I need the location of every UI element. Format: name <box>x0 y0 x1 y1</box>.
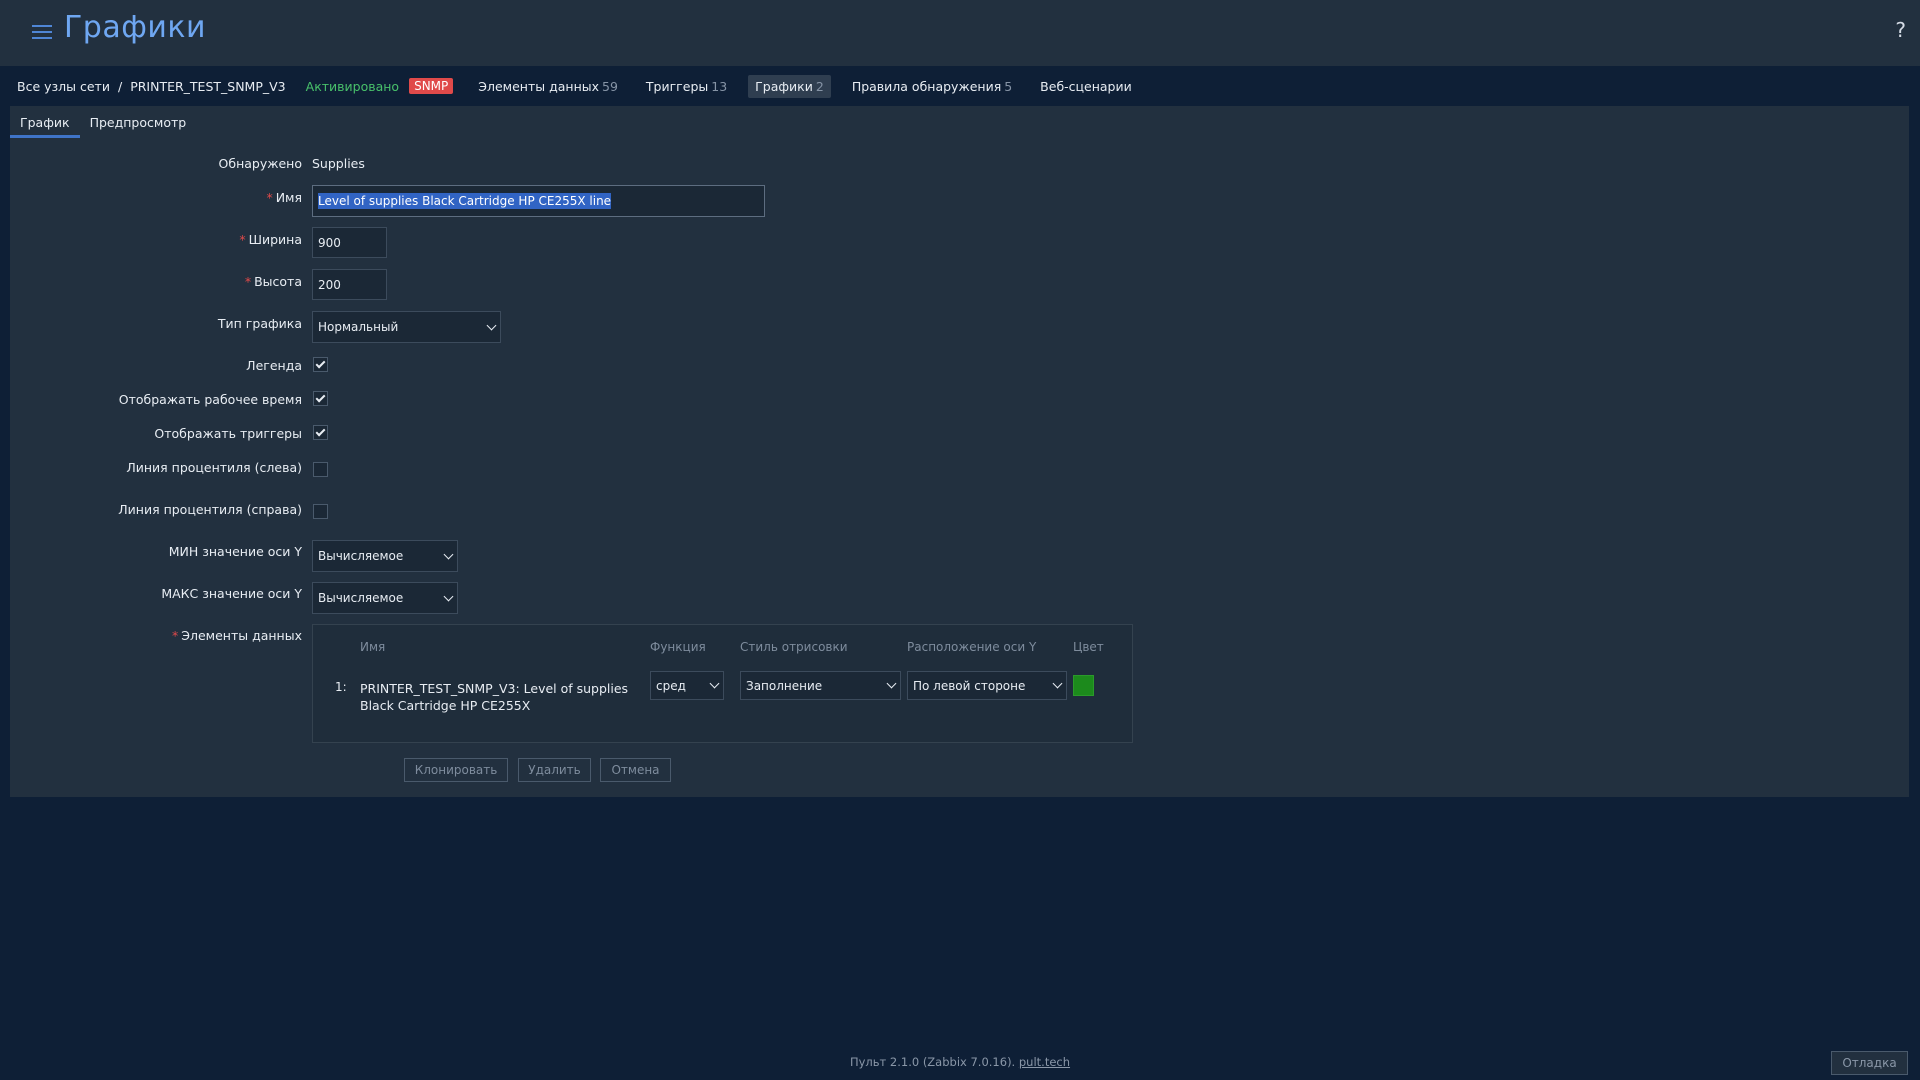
name-input-value: Level of supplies Black Cartridge HP CE2… <box>318 193 612 209</box>
items-header-style: Стиль отрисовки <box>740 640 848 654</box>
item-color-swatch[interactable] <box>1073 675 1094 696</box>
check-icon <box>315 426 326 437</box>
item-function-value: сред <box>656 678 686 693</box>
discovered-label: Обнаружено <box>218 156 302 171</box>
items-header-axis: Расположение оси Y <box>907 640 1037 654</box>
ymin-label: МИН значение оси Y <box>168 544 302 559</box>
nav-items-label: Элементы данных <box>478 78 600 94</box>
page-title: Графики <box>64 10 206 45</box>
item-function-select[interactable]: сред <box>650 671 724 700</box>
nav-discovery-rules[interactable]: Правила обнаружения 5 <box>845 75 1019 98</box>
percentile-right-checkbox[interactable] <box>313 504 328 519</box>
delete-button[interactable]: Удалить <box>518 758 591 782</box>
percentile-right-label: Линия процентиля (справа) <box>118 502 302 517</box>
hamburger-menu-icon[interactable] <box>32 22 52 42</box>
nav-discovery-label: Правила обнаружения <box>851 78 1002 94</box>
footer-link[interactable]: pult.tech <box>1019 1055 1070 1069</box>
nav-web-scenarios[interactable]: Веб-сценарии <box>1033 75 1139 98</box>
debug-button[interactable]: Отладка <box>1831 1051 1908 1075</box>
footer: Пульт 2.1.0 (Zabbix 7.0.16). pult.tech <box>0 1055 1920 1069</box>
ymax-label: МАКС значение оси Y <box>161 586 302 601</box>
ymax-value: Вычисляемое <box>318 591 404 605</box>
chevron-down-icon <box>1052 678 1063 689</box>
tab-preview[interactable]: Предпросмотр <box>80 106 197 138</box>
nav-items[interactable]: Элементы данных 59 <box>471 75 625 98</box>
width-input[interactable]: 900 <box>312 227 387 258</box>
snmp-badge: SNMP <box>409 78 454 94</box>
items-header-function: Функция <box>650 640 706 654</box>
breadcrumb-host[interactable]: PRINTER_TEST_SNMP_V3 <box>130 79 285 94</box>
nav-items-count: 59 <box>602 78 618 94</box>
item-row-name[interactable]: PRINTER_TEST_SNMP_V3: Level of supplies … <box>360 680 650 714</box>
item-axis-value: По левой стороне <box>913 678 1026 693</box>
legend-label: Легенда <box>246 358 302 373</box>
graph-type-label: Тип графика <box>217 316 302 331</box>
chevron-down-icon <box>443 591 454 601</box>
form-tabs: График Предпросмотр <box>10 106 196 138</box>
items-table: Имя Функция Стиль отрисовки Расположение… <box>312 624 1133 743</box>
worktime-checkbox[interactable] <box>313 391 328 406</box>
nav-graphs-label: Графики <box>755 78 813 94</box>
chevron-down-icon <box>486 320 497 330</box>
triggers-label: Отображать триггеры <box>154 426 302 441</box>
clone-button[interactable]: Клонировать <box>404 758 508 782</box>
nav-graphs[interactable]: Графики 2 <box>748 74 831 98</box>
chevron-down-icon <box>709 678 720 689</box>
worktime-label: Отображать рабочее время <box>118 392 302 407</box>
height-input[interactable]: 200 <box>312 269 387 300</box>
items-header-color: Цвет <box>1073 640 1104 654</box>
percentile-left-label: Линия процентиля (слева) <box>126 460 302 475</box>
host-status[interactable]: Активировано <box>306 79 399 94</box>
item-row-number: 1: <box>335 680 347 694</box>
width-label: * Ширина <box>239 232 302 247</box>
triggers-checkbox[interactable] <box>313 425 328 440</box>
chevron-down-icon <box>886 678 897 689</box>
nav-discovery-count: 5 <box>1004 78 1013 94</box>
item-style-select[interactable]: Заполнение <box>740 671 901 700</box>
breadcrumb-all-hosts[interactable]: Все узлы сети <box>17 79 110 94</box>
nav-triggers-label: Триггеры <box>645 78 709 94</box>
item-style-value: Заполнение <box>746 678 823 693</box>
legend-checkbox[interactable] <box>313 357 328 372</box>
height-label: * Высота <box>244 274 302 289</box>
discovered-value[interactable]: Supplies <box>312 156 365 171</box>
breadcrumb-separator: / <box>117 78 123 94</box>
graph-form-panel: График Предпросмотр Обнаружено Supplies … <box>10 106 1909 797</box>
nav-triggers-count: 13 <box>711 78 728 94</box>
graph-type-select[interactable]: Нормальный <box>312 311 501 343</box>
items-label: * Элементы данных <box>172 628 302 643</box>
item-axis-select[interactable]: По левой стороне <box>907 671 1067 700</box>
percentile-left-checkbox[interactable] <box>313 462 328 477</box>
tab-graph[interactable]: График <box>10 106 80 138</box>
graph-type-value: Нормальный <box>318 320 399 334</box>
nav-graphs-count: 2 <box>815 78 824 94</box>
page-header: Графики ? <box>0 0 1920 66</box>
check-icon <box>315 358 326 369</box>
items-header-name: Имя <box>360 640 386 654</box>
host-navigation: Все узлы сети / PRINTER_TEST_SNMP_V3 Акт… <box>0 66 1920 106</box>
ymin-select[interactable]: Вычисляемое <box>312 540 458 572</box>
cancel-button[interactable]: Отмена <box>600 758 671 782</box>
chevron-down-icon <box>443 549 454 559</box>
check-icon <box>315 392 326 403</box>
name-input[interactable]: Level of supplies Black Cartridge HP CE2… <box>312 185 765 217</box>
name-label: * Имя <box>266 190 302 205</box>
nav-triggers[interactable]: Триггеры 13 <box>639 75 734 98</box>
nav-web-label: Веб-сценарии <box>1040 78 1132 94</box>
ymin-value: Вычисляемое <box>318 549 404 563</box>
footer-version: Пульт 2.1.0 (Zabbix 7.0.16). <box>849 1055 1016 1069</box>
help-icon[interactable]: ? <box>1895 18 1906 42</box>
ymax-select[interactable]: Вычисляемое <box>312 582 458 614</box>
